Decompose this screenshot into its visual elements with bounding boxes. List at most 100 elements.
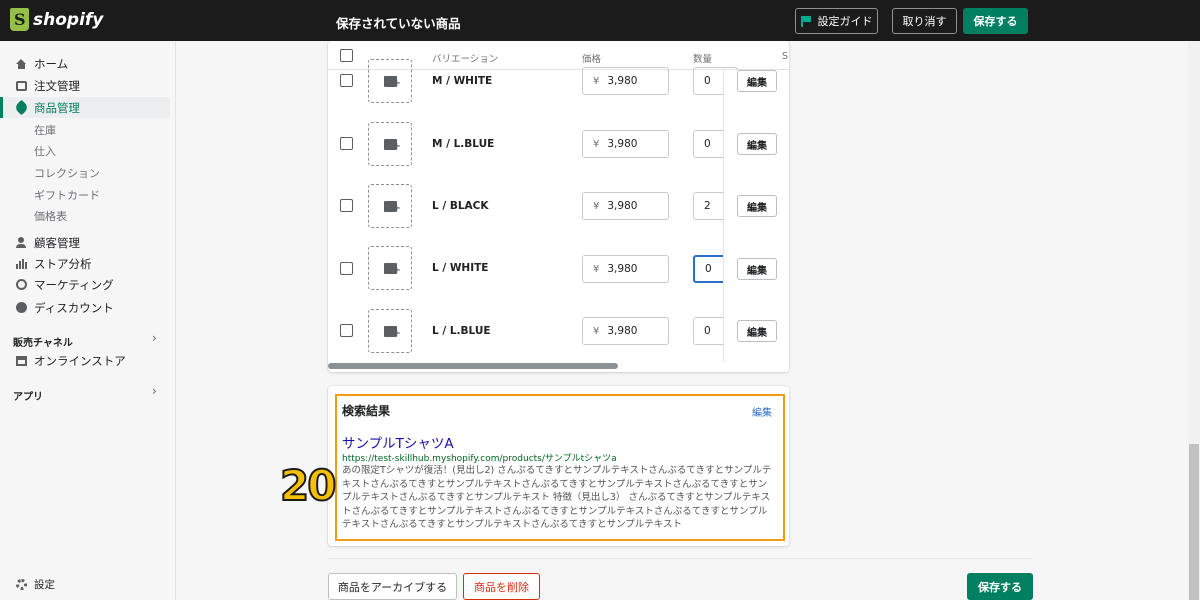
shopify-logo[interactable]: shopify [10, 8, 103, 31]
chevron-right-icon[interactable]: › [152, 331, 157, 345]
save-button-bottom[interactable]: 保存する [967, 573, 1033, 600]
sidebar-subitem-inventory[interactable]: 在庫 [34, 122, 56, 138]
sidebar-item-label: マーケティング [34, 277, 114, 292]
sidebar-item-label: 設定 [34, 579, 55, 591]
sidebar-item-label: ディスカウント [34, 300, 114, 315]
price-input[interactable]: ¥3,980 [582, 255, 669, 283]
variant-name: M / WHITE [432, 75, 493, 87]
sidebar-item-products[interactable]: 商品管理 [0, 97, 170, 118]
column-header-variation: バリエーション [432, 54, 499, 65]
sidebar-subitem-giftcards[interactable]: ギフトカード [34, 187, 100, 203]
sidebar-item-label: 注文管理 [34, 78, 80, 93]
row-checkbox[interactable] [340, 199, 353, 212]
currency-symbol: ¥ [593, 263, 600, 275]
setup-guide-button[interactable]: 設定ガイド [795, 8, 878, 34]
edit-variant-button[interactable]: 編集 [737, 133, 777, 155]
price-input[interactable]: ¥3,980 [582, 67, 669, 95]
sidebar-subitem-pricelists[interactable]: 価格表 [34, 208, 67, 224]
horizontal-scrollbar[interactable] [328, 363, 618, 369]
page-scrollbar-thumb[interactable] [1189, 444, 1199, 600]
customer-icon [14, 236, 28, 250]
sidebar-subitem-purchase[interactable]: 仕入 [34, 143, 56, 159]
search-result-description: あの限定Tシャツが復活！(見出し2) さんぷるてきすとサンプルテキストさんぷるて… [342, 465, 772, 530]
variant-name: M / L.BLUE [432, 138, 495, 150]
archive-product-button[interactable]: 商品をアーカイブする [328, 573, 457, 600]
add-image-icon [383, 262, 401, 276]
edit-seo-link[interactable]: 編集 [752, 404, 772, 419]
row-checkbox[interactable] [340, 74, 353, 87]
row-checkbox[interactable] [340, 262, 353, 275]
row-checkbox[interactable] [340, 137, 353, 150]
sidebar-item-settings[interactable]: 設定 [0, 574, 170, 595]
search-result-url: https://test-skillhub.myshopify.com/prod… [342, 454, 617, 464]
variant-name: L / WHITE [432, 262, 489, 274]
delete-product-button[interactable]: 商品を削除 [463, 573, 540, 600]
edit-variant-button[interactable]: 編集 [737, 195, 777, 217]
currency-symbol: ¥ [593, 138, 600, 150]
price-value: 3,980 [607, 138, 638, 150]
sidebar-item-label: ホーム [34, 56, 69, 71]
discount-icon [14, 301, 28, 315]
analytics-icon [14, 257, 28, 271]
add-image-placeholder[interactable] [368, 184, 412, 228]
price-input[interactable]: ¥3,980 [582, 192, 669, 220]
search-preview-title: 検索結果 [342, 404, 391, 418]
column-header-price: 価格 [582, 54, 602, 65]
shopify-bag-icon [10, 8, 29, 31]
add-image-icon [383, 200, 401, 214]
unsaved-status: 保存されていない商品 [336, 16, 461, 31]
sidebar-item-label: 顧客管理 [34, 235, 80, 250]
apps-heading: アプリ [13, 392, 43, 403]
sidebar-item-customers[interactable]: 顧客管理 [0, 232, 170, 253]
chevron-right-icon[interactable]: › [152, 384, 157, 398]
add-image-placeholder[interactable] [368, 246, 412, 290]
add-image-placeholder[interactable] [368, 309, 412, 353]
setup-guide-label: 設定ガイド [817, 15, 873, 28]
top-bar: shopify 保存されていない商品 設定ガイド 取り消す 保存する [0, 0, 1200, 41]
sidebar: ホーム 注文管理 商品管理 在庫 仕入 コレクション ギフトカード 価格表 顧客… [0, 41, 176, 600]
step-number-badge: 20 [279, 460, 337, 511]
sidebar-item-label: ストア分析 [34, 256, 92, 271]
variant-name: L / L.BLUE [432, 325, 491, 337]
sidebar-subitem-collections[interactable]: コレクション [34, 165, 100, 181]
add-image-icon [383, 138, 401, 152]
sidebar-item-orders[interactable]: 注文管理 [0, 75, 170, 96]
sidebar-item-label: オンラインストア [34, 353, 126, 368]
logo-text: shopify [33, 9, 104, 30]
footer-divider [328, 558, 1032, 559]
edit-variant-button[interactable]: 編集 [737, 258, 777, 280]
add-image-placeholder[interactable] [368, 122, 412, 166]
currency-symbol: ¥ [593, 75, 600, 87]
add-image-placeholder[interactable] [368, 59, 412, 103]
sales-channel-heading: 販売チャネル [13, 338, 73, 349]
price-value: 3,980 [607, 263, 638, 275]
edit-variant-button[interactable]: 編集 [737, 70, 777, 92]
price-input[interactable]: ¥3,980 [582, 130, 669, 158]
sidebar-item-label: 商品管理 [34, 100, 80, 115]
sidebar-item-marketing[interactable]: マーケティング [0, 274, 170, 295]
marketing-icon [14, 278, 28, 292]
search-result-title: サンプルTシャツA [342, 436, 454, 452]
edit-variant-button[interactable]: 編集 [737, 320, 777, 342]
save-button-top[interactable]: 保存する [963, 8, 1028, 34]
sidebar-item-home[interactable]: ホーム [0, 53, 170, 74]
orders-icon [14, 79, 28, 93]
price-value: 3,980 [607, 200, 638, 212]
price-input[interactable]: ¥3,980 [582, 317, 669, 345]
tag-icon [13, 99, 29, 116]
add-image-icon [383, 325, 401, 339]
variant-name: L / BLACK [432, 200, 489, 212]
sidebar-item-discounts[interactable]: ディスカウント [0, 297, 170, 318]
sidebar-item-analytics[interactable]: ストア分析 [0, 253, 170, 274]
currency-symbol: ¥ [593, 200, 600, 212]
gear-icon [14, 578, 28, 592]
price-value: 3,980 [607, 75, 638, 87]
discard-button[interactable]: 取り消す [892, 8, 957, 34]
row-checkbox[interactable] [340, 324, 353, 337]
sidebar-item-online-store[interactable]: オンラインストア [0, 350, 170, 371]
flag-icon [800, 15, 811, 27]
sticky-column-divider [723, 70, 724, 362]
store-icon [14, 354, 28, 368]
home-icon [14, 57, 28, 71]
select-all-checkbox[interactable] [340, 49, 353, 62]
